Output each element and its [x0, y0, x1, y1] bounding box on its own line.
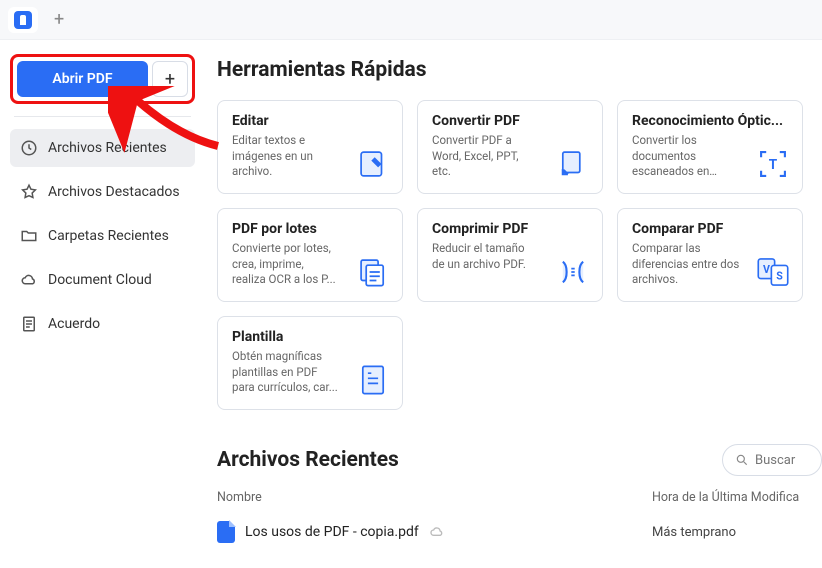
tools-grid: Editar Editar textos e imágenes en un ar…: [217, 100, 822, 410]
quick-tools-title: Herramientas Rápidas: [217, 58, 822, 82]
convert-icon: [554, 145, 592, 183]
svg-text:V: V: [763, 263, 770, 276]
tool-title: Reconocimiento Óptic...: [632, 113, 790, 129]
tool-card-compare[interactable]: Comparar PDF Comparar las diferencias en…: [617, 208, 803, 302]
cloud-status-icon: [429, 524, 445, 540]
column-name: Nombre: [217, 490, 652, 505]
svg-text:T: T: [769, 157, 778, 173]
open-pdf-highlight: Abrir PDF +: [10, 54, 195, 104]
app-logo-icon: [14, 11, 32, 29]
sidebar-item-label: Archivos Destacados: [48, 184, 180, 200]
tool-desc: Convertir los documentos escaneados en t…: [632, 133, 740, 180]
tool-desc: Editar textos e imágenes en un archivo.: [232, 133, 340, 180]
tool-card-ocr[interactable]: Reconocimiento Óptic... Convertir los do…: [617, 100, 803, 194]
tool-title: Plantilla: [232, 329, 390, 345]
open-pdf-plus-button[interactable]: +: [152, 61, 188, 97]
tool-card-convert[interactable]: Convertir PDF Convertir PDF a Word, Exce…: [417, 100, 603, 194]
batch-icon: [354, 253, 392, 291]
sidebar-item-label: Document Cloud: [48, 272, 152, 288]
sidebar-item-agreement[interactable]: Acuerdo: [10, 305, 195, 343]
divider: [14, 116, 191, 117]
sidebar-item-featured-files[interactable]: Archivos Destacados: [10, 173, 195, 211]
compare-icon: VS: [754, 253, 792, 291]
clock-icon: [20, 139, 38, 157]
tool-card-edit[interactable]: Editar Editar textos e imágenes en un ar…: [217, 100, 403, 194]
template-icon: [354, 361, 392, 399]
app-tab[interactable]: [8, 7, 38, 33]
tool-desc: Convierte por lotes, crea, imprime, real…: [232, 241, 340, 288]
svg-text:S: S: [776, 269, 783, 282]
tool-title: Convertir PDF: [432, 113, 590, 129]
tool-card-compress[interactable]: Comprimir PDF Reducir el tamaño de un ar…: [417, 208, 603, 302]
sidebar: Abrir PDF + Archivos Recientes Archivos …: [0, 40, 205, 568]
open-pdf-button[interactable]: Abrir PDF: [17, 61, 148, 97]
tool-desc: Reducir el tamaño de un archivo PDF.: [432, 241, 540, 272]
tool-desc: Comparar las diferencias entre dos archi…: [632, 241, 740, 288]
table-row[interactable]: Los usos de PDF - copia.pdf Más temprano: [217, 521, 822, 543]
edit-icon: [354, 145, 392, 183]
sidebar-item-recent-folders[interactable]: Carpetas Recientes: [10, 217, 195, 255]
cloud-icon: [20, 271, 38, 289]
pdf-file-icon: [217, 521, 235, 543]
file-name: Los usos de PDF - copia.pdf: [245, 524, 652, 540]
recent-files-title: Archivos Recientes: [217, 448, 399, 472]
star-icon: [20, 183, 38, 201]
sidebar-item-recent-files[interactable]: Archivos Recientes: [10, 129, 195, 167]
search-input[interactable]: [755, 453, 805, 468]
compress-icon: [554, 253, 592, 291]
sidebar-item-label: Archivos Recientes: [48, 140, 167, 156]
document-icon: [20, 315, 38, 333]
tool-title: Comprimir PDF: [432, 221, 590, 237]
table-header: Nombre Hora de la Última Modifica: [217, 490, 822, 505]
tool-title: Comparar PDF: [632, 221, 790, 237]
ocr-icon: T: [754, 145, 792, 183]
search-icon: [735, 453, 749, 467]
search-box[interactable]: [722, 444, 822, 476]
folder-icon: [20, 227, 38, 245]
file-time: Más temprano: [652, 525, 822, 540]
tool-desc: Convertir PDF a Word, Excel, PPT, etc.: [432, 133, 540, 180]
tool-card-batch[interactable]: PDF por lotes Convierte por lotes, crea,…: [217, 208, 403, 302]
column-time: Hora de la Última Modifica: [652, 490, 822, 505]
tool-title: PDF por lotes: [232, 221, 390, 237]
titlebar: +: [0, 0, 822, 40]
sidebar-item-label: Carpetas Recientes: [48, 228, 169, 244]
recent-files-section: Archivos Recientes Nombre Hora de la Últ…: [217, 444, 822, 543]
new-tab-button[interactable]: +: [46, 7, 72, 33]
tool-card-template[interactable]: Plantilla Obtén magníficas plantillas en…: [217, 316, 403, 410]
tool-title: Editar: [232, 113, 390, 129]
tool-desc: Obtén magníficas plantillas en PDF para …: [232, 349, 340, 396]
sidebar-item-document-cloud[interactable]: Document Cloud: [10, 261, 195, 299]
main-content: Herramientas Rápidas Editar Editar texto…: [205, 40, 822, 568]
sidebar-item-label: Acuerdo: [48, 316, 100, 332]
